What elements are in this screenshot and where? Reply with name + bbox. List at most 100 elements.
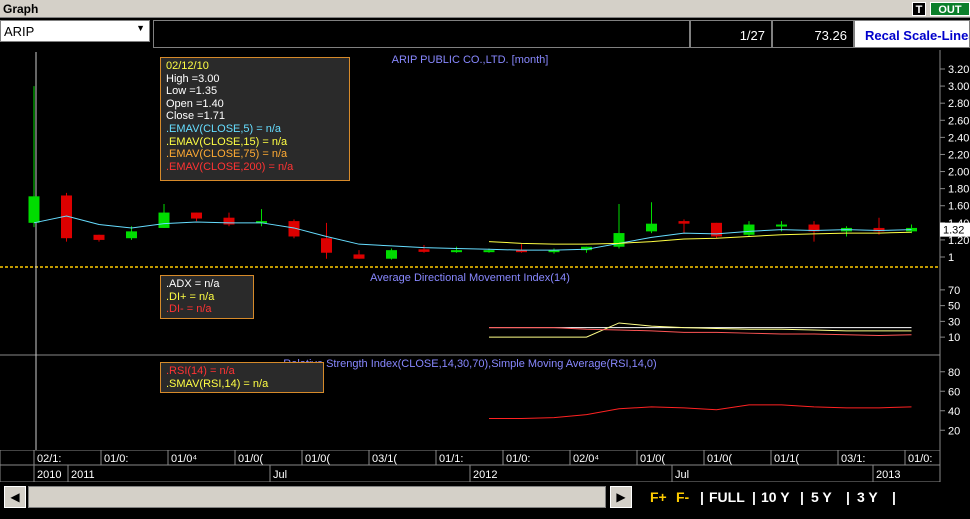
scroll-left-button[interactable]: ◀ [4, 486, 26, 508]
candle-body [451, 250, 462, 253]
t-button[interactable]: T [912, 2, 926, 16]
last-value-label: 1.32 [943, 225, 964, 237]
y-tick-label: 1.60 [948, 201, 969, 213]
y-tick-label: 2.80 [948, 98, 969, 110]
zoom-out-button[interactable]: F- [676, 486, 689, 508]
chevron-down-icon[interactable]: ▼ [136, 23, 145, 33]
toolbar: ARIP ▼ 1/27 73.26 Recal Scale-Linea [0, 18, 970, 50]
y-tick-label: 70 [948, 285, 960, 297]
info-emav5: .EMAV(CLOSE,5) = n/a [166, 122, 282, 135]
recal-scale-button[interactable]: Recal Scale-Linea [854, 20, 970, 48]
info-emav75: .EMAV(CLOSE,75) = n/a [166, 148, 288, 161]
price-display: 73.26 [772, 20, 854, 48]
x-tick-label: 01/0: [908, 453, 932, 465]
info-emav200: .EMAV(CLOSE,200) = n/a [166, 160, 294, 173]
candle-body [191, 212, 202, 219]
x-tick-label: 01/0( [707, 453, 732, 465]
y-tick-label: 10 [948, 332, 960, 344]
y-tick-label: 1 [948, 252, 954, 264]
x-tick-label: 01/1( [774, 453, 799, 465]
info-close: Close =1.71 [166, 110, 226, 123]
x-period-label: 2011 [71, 469, 95, 481]
x-period-label: Jul [273, 469, 287, 481]
y-tick-label: 2.60 [948, 115, 969, 127]
info-date: 02/12/10 [166, 60, 209, 72]
y-tick-label: 50 [948, 301, 960, 313]
separator: | [846, 489, 850, 505]
x-tick-label: 01/1: [439, 453, 463, 465]
symbol-value: ARIP [4, 24, 35, 39]
zoom-in-button[interactable]: F+ [650, 486, 667, 508]
y-tick-label: 3.00 [948, 81, 969, 93]
y-tick-label: 20 [948, 425, 960, 437]
adx-series-line [489, 327, 912, 337]
price-info-box: 02/12/10 High =3.00 Low =1.35 Open =1.40… [160, 57, 350, 181]
rsi-info-box: .RSI(14) = n/a .SMAV(RSI,14) = n/a [160, 362, 324, 393]
y-tick-label: 2.00 [948, 167, 969, 179]
candle-body [646, 223, 657, 232]
x-tick-label: 02/1: [37, 453, 61, 465]
x-period-label: 2012 [473, 469, 497, 481]
adx-title: Average Directional Movement Index(14) [370, 272, 570, 284]
candle-body [418, 249, 430, 252]
5y-range-button[interactable]: 5 Y [811, 486, 832, 508]
title-bar: Graph T OUT [0, 0, 970, 18]
info-rsi: .RSI(14) = n/a [166, 365, 235, 377]
y-tick-label: 1.80 [948, 184, 969, 196]
ema15-line [488, 231, 912, 245]
info-smav: .SMAV(RSI,14) = n/a [166, 377, 269, 390]
x-tick-label: 01/0: [104, 453, 128, 465]
x-tick-label: 01/0( [305, 453, 330, 465]
x-tick-label: 03/1: [841, 453, 865, 465]
x-period-label: 2010 [37, 469, 61, 481]
candle-body [28, 196, 40, 223]
candle-body [386, 250, 397, 259]
symbol-select[interactable]: ARIP ▼ [0, 20, 150, 42]
y-tick-label: 2.20 [948, 149, 969, 161]
y-tick-label: 60 [948, 386, 960, 398]
full-range-button[interactable]: FULL [709, 486, 745, 508]
y-tick-label: 30 [948, 316, 960, 328]
candle-body [743, 224, 755, 235]
candle-body [678, 221, 690, 224]
candle-body [223, 217, 235, 225]
candle-body [158, 212, 170, 228]
page-indicator: 1/27 [690, 20, 772, 48]
adx-info-box: .ADX = n/a .DI+ = n/a .DI- = n/a [160, 275, 254, 319]
3y-range-button[interactable]: 3 Y [857, 486, 878, 508]
chart-canvas[interactable]: 3.203.002.802.602.402.202.001.801.601.40… [0, 50, 970, 450]
candle-body [483, 250, 495, 253]
x-tick-label: 03/1( [372, 453, 397, 465]
scroll-track[interactable] [28, 486, 606, 508]
separator: | [700, 489, 704, 505]
chart-title: ARIP PUBLIC CO.,LTD. [month] [392, 54, 549, 66]
10y-range-button[interactable]: 10 Y [761, 486, 790, 508]
info-high: High =3.00 [166, 72, 220, 85]
x-axis: 02/1: 01/0: 01/0⁴ 01/0( 01/0( 03/1( 01/1: 01/0:… [0, 450, 970, 482]
separator: | [752, 489, 756, 505]
x-tick-label: 01/0: [506, 453, 530, 465]
scroll-right-button[interactable]: ▶ [610, 486, 632, 508]
x-tick-label: 01/0( [640, 453, 665, 465]
candle-body [353, 254, 365, 259]
out-button[interactable]: OUT [930, 2, 970, 16]
candle-body [613, 233, 625, 247]
info-low: Low =1.35 [166, 85, 218, 98]
bottom-bar: ◀ ▶ F+ F- | FULL | 10 Y | 5 Y | 3 Y | [0, 482, 970, 519]
y-tick-label: 80 [948, 367, 960, 379]
x-period-label: Jul [675, 469, 689, 481]
rsi-series-line [489, 404, 912, 420]
separator: | [800, 489, 804, 505]
candle-body [776, 224, 787, 227]
x-period-label: 2013 [876, 469, 900, 481]
x-tick-label: 01/0⁴ [171, 453, 197, 465]
x-tick-label: 01/0( [238, 453, 263, 465]
rsi-title: Relative Strength Index(CLOSE,14,30,70),… [283, 358, 656, 370]
y-tick-label: 2.40 [948, 132, 969, 144]
y-tick-label: 1.20 [948, 235, 969, 247]
y-tick-label: 40 [948, 406, 960, 418]
info-emav15: .EMAV(CLOSE,15) = n/a [166, 135, 288, 148]
info-adx: .ADX = n/a [166, 278, 220, 290]
candle-body [711, 222, 722, 237]
x-tick-label: 02/0⁴ [573, 453, 599, 465]
